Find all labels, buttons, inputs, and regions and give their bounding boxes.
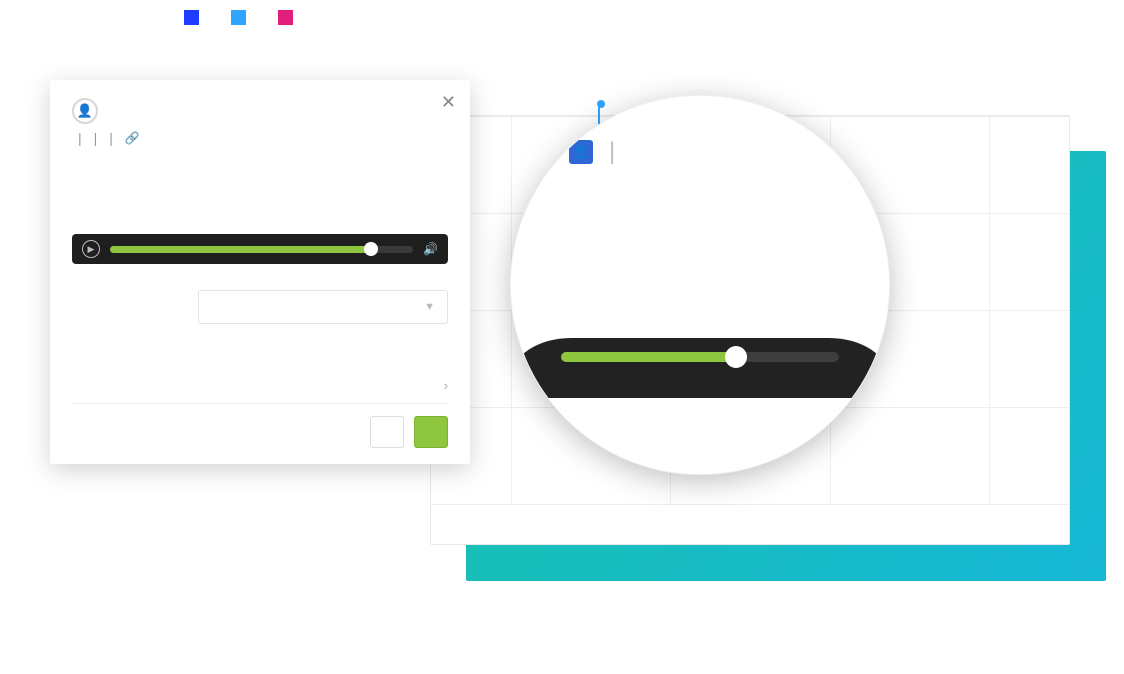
progress-track[interactable] <box>561 352 839 362</box>
square-icon <box>184 10 199 25</box>
avatar-icon: 👤 <box>569 140 593 164</box>
cancel-button[interactable] <box>370 416 404 448</box>
rate-call-modal: ✕ 👤 | | | 🔗 ▶ 🔊 ▼ <box>50 80 470 464</box>
square-icon <box>231 10 246 25</box>
waveform <box>561 202 839 332</box>
volume-icon[interactable]: 🔊 <box>423 242 438 256</box>
save-button[interactable] <box>414 416 448 448</box>
audio-player <box>511 338 889 398</box>
progress-knob[interactable] <box>364 242 378 256</box>
progress-fill <box>110 246 371 253</box>
callout-header: 👤 | <box>569 138 845 166</box>
call-meta: | | | 🔗 <box>72 130 448 146</box>
modal-footer <box>72 403 448 448</box>
question-group-select[interactable]: ▼ <box>198 290 448 324</box>
legend-international <box>278 10 301 25</box>
progress-fill <box>561 352 736 362</box>
play-icon[interactable]: ▶ <box>82 240 100 258</box>
chevron-right-icon[interactable]: › <box>444 378 448 393</box>
person-icon: 👤 <box>72 98 98 124</box>
legend-outbound <box>184 10 207 25</box>
chevron-down-icon: ▼ <box>424 301 435 313</box>
link-icon[interactable]: 🔗 <box>125 131 140 145</box>
question-group-row: ▼ <box>72 290 448 324</box>
chart-legend <box>160 10 301 25</box>
close-icon[interactable]: ✕ <box>441 92 456 113</box>
progress-track[interactable] <box>110 246 413 253</box>
pager: › <box>72 378 448 393</box>
modal-header: 👤 <box>72 98 448 124</box>
square-icon <box>278 10 293 25</box>
progress-knob[interactable] <box>725 346 747 368</box>
legend-tollfree <box>231 10 254 25</box>
audio-player: ▶ 🔊 <box>72 234 448 264</box>
waveform <box>72 160 448 230</box>
call-detail-callout: 👤 | <box>510 95 890 475</box>
